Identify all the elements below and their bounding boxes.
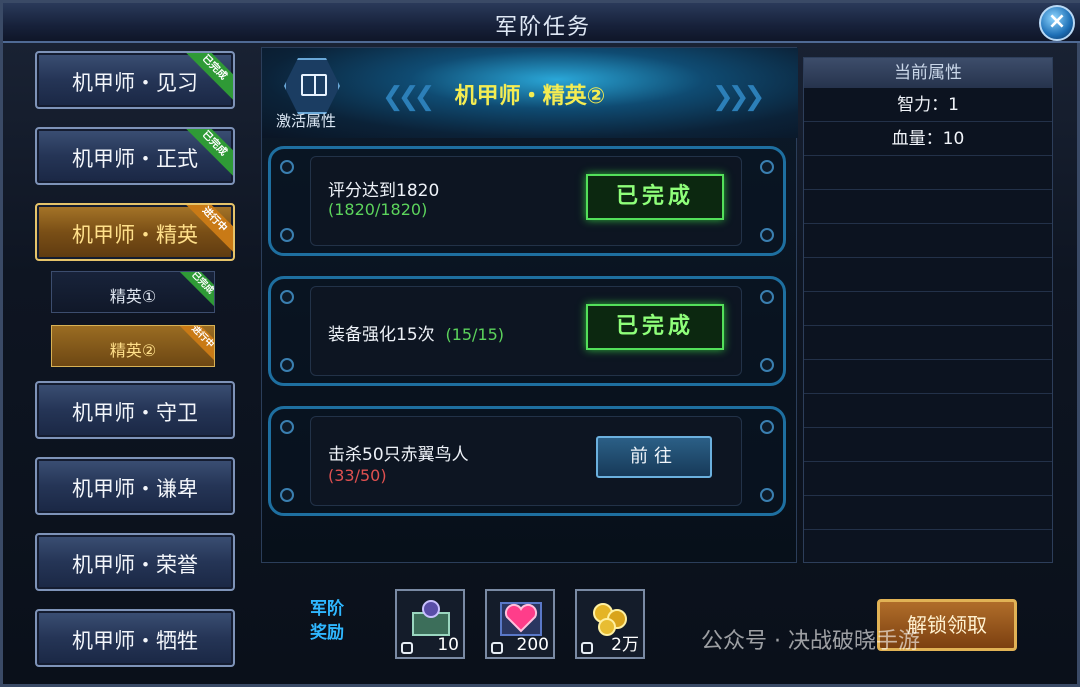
task-panel-header: 激活属性 ❮❮❮ 机甲师・精英② ❯❯❯ bbox=[262, 48, 798, 138]
task-panel: 激活属性 ❮❮❮ 机甲师・精英② ❯❯❯ 评分达到1820 (1820/1820… bbox=[261, 47, 798, 563]
attributes-panel: 当前属性 智力：1 血量：10 bbox=[803, 57, 1053, 563]
attribute-row bbox=[804, 156, 1052, 190]
heart-gem-icon bbox=[500, 602, 542, 636]
task-progress: (33/50) bbox=[328, 466, 387, 485]
task-progress: (1820/1820) bbox=[328, 200, 428, 219]
chevron-right-icon: ❯❯❯ bbox=[712, 82, 765, 112]
attribute-row bbox=[804, 496, 1052, 530]
attribute-row bbox=[804, 326, 1052, 360]
game-window: 军阶任务 × 机甲师・见习 已完成 机甲师・正式 已完成 机甲师・精英 进行中 … bbox=[0, 0, 1080, 687]
task-description: 装备强化15次 (15/15) bbox=[328, 325, 505, 345]
title-bar: 军阶任务 × bbox=[3, 3, 1080, 43]
attribute-row: 血量：10 bbox=[804, 122, 1052, 156]
subrank-button-elite-2[interactable]: 精英② 进行中 bbox=[51, 325, 215, 367]
window-title: 军阶任务 bbox=[494, 15, 591, 40]
rewards-bar: 军阶 奖励 10 200 2万 解锁领取 公众号 · 决战破晓手游 bbox=[261, 569, 1061, 679]
activate-attributes-label[interactable]: 激活属性 bbox=[276, 110, 336, 131]
attribute-row bbox=[804, 258, 1052, 292]
attribute-row bbox=[804, 428, 1052, 462]
completed-button: 已完成 bbox=[586, 304, 724, 350]
reward-item[interactable]: 2万 bbox=[575, 589, 645, 659]
rank-button-humble[interactable]: 机甲师・谦卑 bbox=[35, 457, 235, 515]
watermark: 公众号 · 决战破晓手游 bbox=[701, 629, 920, 654]
rank-button-formal[interactable]: 机甲师・正式 已完成 bbox=[35, 127, 235, 185]
attribute-row bbox=[804, 292, 1052, 326]
rank-button-honor[interactable]: 机甲师・荣誉 bbox=[35, 533, 235, 591]
reward-quantity: 10 bbox=[437, 635, 459, 655]
reward-quantity: 2万 bbox=[611, 635, 639, 655]
rank-button-apprentice[interactable]: 机甲师・见习 已完成 bbox=[35, 51, 235, 109]
subrank-button-elite-1[interactable]: 精英① 已完成 bbox=[51, 271, 215, 313]
task-card: 评分达到1820 (1820/1820) 已完成 bbox=[268, 146, 786, 256]
rank-button-elite[interactable]: 机甲师・精英 进行中 bbox=[35, 203, 235, 261]
attribute-row bbox=[804, 360, 1052, 394]
task-description: 击杀50只赤翼鸟人 bbox=[328, 445, 469, 465]
lock-icon bbox=[401, 642, 413, 654]
attribute-row bbox=[804, 224, 1052, 258]
task-card: 装备强化15次 (15/15) 已完成 bbox=[268, 276, 786, 386]
go-to-button[interactable]: 前往 bbox=[596, 436, 712, 478]
close-button[interactable]: × bbox=[1039, 5, 1075, 41]
task-progress: (15/15) bbox=[445, 325, 505, 344]
task-description: 评分达到1820 bbox=[328, 181, 440, 201]
rewards-label: 军阶 奖励 bbox=[310, 599, 344, 643]
attribute-row bbox=[804, 394, 1052, 428]
lock-icon bbox=[581, 642, 593, 654]
rank-button-guard[interactable]: 机甲师・守卫 bbox=[35, 381, 235, 439]
reward-quantity: 200 bbox=[516, 635, 549, 655]
lock-icon bbox=[491, 642, 503, 654]
attributes-header: 当前属性 bbox=[804, 58, 1052, 88]
attribute-row: 智力：1 bbox=[804, 88, 1052, 122]
completed-button: 已完成 bbox=[586, 174, 724, 220]
chest-icon bbox=[412, 600, 450, 636]
reward-item[interactable]: 200 bbox=[485, 589, 555, 659]
attribute-row bbox=[804, 462, 1052, 496]
attribute-row bbox=[804, 190, 1052, 224]
rank-button-sacrifice[interactable]: 机甲师・牺牲 bbox=[35, 609, 235, 667]
task-card: 击杀50只赤翼鸟人 (33/50) 前往 bbox=[268, 406, 786, 516]
rank-sidebar: 机甲师・见习 已完成 机甲师・正式 已完成 机甲师・精英 进行中 精英① 已完成… bbox=[21, 45, 253, 675]
reward-item[interactable]: 10 bbox=[395, 589, 465, 659]
